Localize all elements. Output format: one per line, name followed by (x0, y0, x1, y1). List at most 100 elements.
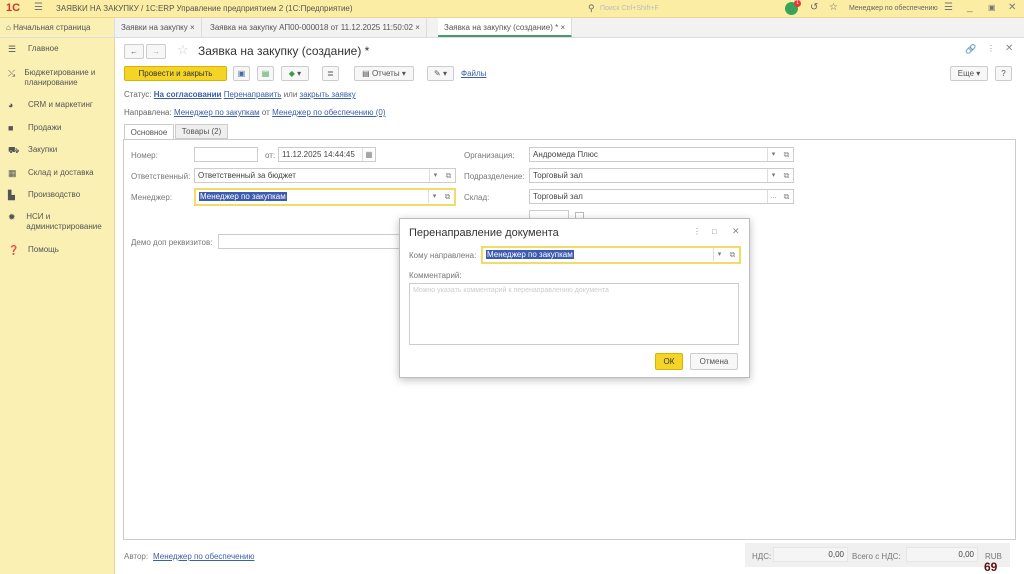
back-button[interactable]: ← (124, 44, 144, 59)
chart-icon: ⤯ (8, 68, 16, 78)
ok-button[interactable]: ОК (655, 353, 683, 370)
close-request-link[interactable]: закрыть заявку (300, 90, 356, 99)
maximize-icon[interactable]: □ (712, 227, 717, 236)
minimize-icon[interactable]: _ (967, 2, 973, 13)
sidebar-item-crm[interactable]: ◕ CRM и маркетинг (8, 100, 113, 110)
chevron-down-icon[interactable]: ▾ (767, 169, 779, 182)
demo-input[interactable] (218, 234, 408, 249)
list-icon: ≣ (327, 69, 334, 78)
sidebar-item-help[interactable]: ❓ Помощь (8, 245, 113, 255)
warehouse-label: Склад: (464, 193, 490, 202)
post-and-close-button[interactable]: Провести и закрыть (124, 66, 227, 81)
bag-icon: ■ (8, 123, 14, 133)
save-button[interactable]: ▣ (233, 66, 250, 81)
cancel-button[interactable]: Отмена (690, 353, 738, 370)
redirect-dialog: Перенаправление документа ⋮ □ ✕ Кому нап… (399, 218, 750, 378)
sidebar-item-budgeting[interactable]: ⤯ Бюджетирование и планирование (8, 68, 113, 88)
tab-requests[interactable]: Заявки на закупку × (115, 18, 202, 37)
chevron-down-icon[interactable]: ▾ (428, 190, 440, 203)
open-icon[interactable]: ⧉ (442, 169, 455, 182)
history-icon[interactable]: ↺ (810, 2, 818, 13)
tabs-bar: ⌂ Начальная страница Заявки на закупку ×… (0, 18, 1024, 38)
close-icon[interactable]: × (415, 23, 420, 32)
status-value-link[interactable]: На согласовании (154, 90, 222, 99)
warehouse-select[interactable]: Торговый зал… ⧉ (529, 189, 794, 204)
date-input[interactable]: 11.12.2025 14:44:45 ▦ (278, 147, 376, 162)
open-icon[interactable]: ⧉ (780, 148, 793, 161)
create-based-icon: ◆ (288, 69, 295, 78)
org-select[interactable]: Андромеда Плюс ▾ ⧉ (529, 147, 794, 162)
search-input[interactable]: ⚲ Поиск Ctrl+Shift+F (588, 1, 788, 16)
tab-request-ap00-000018[interactable]: Заявка на закупку АП00-000018 от 11.12.2… (204, 18, 427, 37)
chevron-down-icon[interactable]: ▾ (767, 148, 779, 161)
menu-icon[interactable]: ☰ (34, 2, 43, 13)
dialog-title: Перенаправление документа (409, 227, 559, 239)
responsible-label: Ответственный: (131, 172, 191, 181)
directed-line: Направлена: Менеджер по закупкам от Мене… (124, 108, 386, 117)
1c-logo: 1С (6, 2, 21, 14)
tab-home[interactable]: ⌂ Начальная страница (0, 18, 115, 37)
number-input[interactable] (194, 147, 258, 162)
chevron-down-icon[interactable]: ▾ (713, 248, 725, 261)
sidebar-item-production[interactable]: ▙ Производство (8, 190, 113, 200)
close-icon[interactable]: × (190, 23, 195, 32)
reports-button[interactable]: ▤ Отчеты ▾ (354, 66, 414, 81)
open-icon[interactable]: ⧉ (780, 190, 793, 203)
manager-select[interactable]: Менеджер по закупкам ▾ ⧉ (194, 188, 456, 206)
redirect-link[interactable]: Перенаправить (224, 90, 282, 99)
structure-button[interactable]: ≣ (322, 66, 339, 81)
forward-button[interactable]: → (146, 44, 166, 59)
settings-icon[interactable]: ☰ (944, 2, 953, 13)
dept-select[interactable]: Торговый зал ▾ ⧉ (529, 168, 794, 183)
calendar-icon[interactable]: ▦ (362, 148, 375, 161)
post-button[interactable]: ▤ (257, 66, 274, 81)
to-select[interactable]: Менеджер по закупкам ▾ ⧉ (481, 246, 741, 264)
home-icon: ⌂ (6, 23, 14, 32)
close-icon[interactable]: ✕ (732, 226, 740, 237)
responsible-select[interactable]: Ответственный за бюджет ▾ ⧉ (194, 168, 456, 183)
help-button[interactable]: ? (995, 66, 1012, 81)
tab-goods[interactable]: Товары (2) (175, 124, 228, 139)
more-vert-icon[interactable]: ⋮ (987, 44, 995, 53)
sidebar-item-admin[interactable]: ✹ НСИ и администрирование (8, 212, 113, 232)
dept-label: Подразделение: (464, 172, 525, 181)
vat-label: НДС: (752, 552, 772, 561)
open-icon[interactable]: ⧉ (726, 248, 739, 261)
comment-textarea[interactable]: Можно указать комментарий к перенаправле… (409, 283, 739, 345)
notification-badge: 1 (794, 0, 801, 7)
paperclip-icon: ✎ (434, 69, 441, 78)
attach-button[interactable]: ✎ ▾ (427, 66, 454, 81)
open-icon[interactable]: ⧉ (441, 190, 454, 203)
link-icon[interactable]: 🔗 (965, 44, 976, 55)
open-icon[interactable]: ⧉ (780, 169, 793, 182)
close-icon[interactable]: ✕ (1008, 2, 1016, 13)
window-title: ЗАЯВКИ НА ЗАКУПКУ / 1С:ERP Управление пр… (56, 4, 353, 13)
ellipsis-icon[interactable]: … (767, 190, 779, 203)
create-based-on-button[interactable]: ◆ ▾ (281, 66, 309, 81)
current-user[interactable]: Менеджер по обеспечению (849, 5, 938, 12)
close-form-icon[interactable]: ✕ (1005, 43, 1013, 54)
number-label: Номер: (131, 151, 158, 160)
reports-icon: ▤ (362, 69, 372, 78)
sidebar-item-main[interactable]: ☰ Главное (8, 44, 113, 54)
org-label: Организация: (464, 151, 515, 160)
author-link[interactable]: Менеджер по обеспечению (153, 552, 254, 561)
favorite-star-icon[interactable]: ☆ (177, 42, 189, 58)
files-link[interactable]: Файлы (461, 69, 486, 78)
date-label: от: (265, 151, 276, 160)
tab-request-new[interactable]: Заявка на закупку (создание) * × (438, 18, 573, 37)
directed-to-link[interactable]: Менеджер по закупкам (174, 108, 260, 117)
close-icon[interactable]: × (560, 23, 565, 32)
chevron-down-icon[interactable]: ▾ (429, 169, 441, 182)
sidebar-item-warehouse[interactable]: ▦ Склад и доставка (8, 168, 113, 178)
tab-main[interactable]: Основное (124, 124, 174, 140)
cart-icon: ⛟ (8, 145, 20, 155)
sidebar-item-purchases[interactable]: ⛟ Закупки (8, 145, 113, 155)
directed-from-link[interactable]: Менеджер по обеспечению (0) (272, 108, 385, 117)
more-button[interactable]: Еще ▾ (950, 66, 988, 81)
warehouse-icon: ▦ (8, 168, 17, 178)
star-icon[interactable]: ☆ (829, 2, 838, 13)
more-vert-icon[interactable]: ⋮ (693, 227, 701, 236)
sidebar-item-sales[interactable]: ■ Продажи (8, 123, 113, 133)
restore-icon[interactable]: ▣ (988, 3, 996, 12)
